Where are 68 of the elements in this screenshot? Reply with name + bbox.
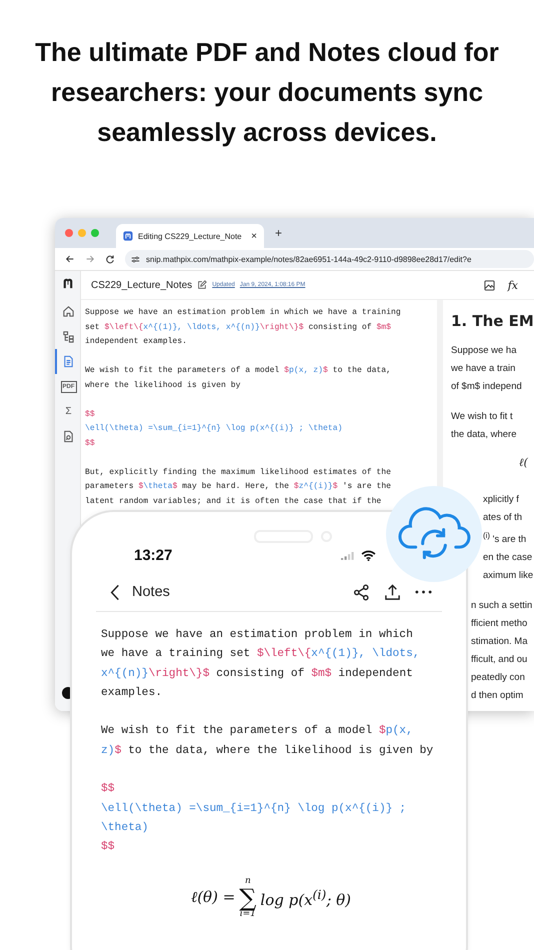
more-icon[interactable]	[415, 589, 432, 595]
home-icon	[62, 305, 75, 318]
status-time: 13:27	[134, 546, 172, 564]
browser-tab[interactable]: Editing CS229_Lecture_Note ×	[116, 224, 264, 248]
forward-icon[interactable]	[85, 254, 95, 264]
code-line: $$	[101, 840, 116, 856]
code-line: we have a training set $\left\{x^{(1)}, \ldots,	[101, 646, 421, 662]
close-tab-button[interactable]: ×	[251, 230, 257, 242]
preview-text-line: fficult, and ou	[471, 653, 528, 668]
document-icon	[62, 355, 75, 368]
code-line: But, explicitly finding the maximum likelihood estimates of the	[85, 466, 392, 478]
sidebar-item[interactable]: Σ	[55, 399, 80, 424]
preview-formula: ℓ(	[518, 456, 529, 469]
back-button[interactable]: Notes	[110, 584, 170, 600]
code-line: \ell(\theta) =\sum_{i=1}^{n} \log p(x^{(i)} ; \theta)	[85, 423, 344, 435]
preview-heading: 1. The EM	[451, 312, 534, 330]
note-title: CS229_Lecture_Notes	[91, 280, 192, 290]
preview-text-line: ates of th	[483, 511, 524, 525]
upload-icon[interactable]	[384, 584, 401, 600]
code-line: \theta)	[101, 820, 150, 836]
share-icon[interactable]	[353, 584, 370, 600]
preview-text-line: the data, where	[451, 428, 518, 442]
code-line: We wish to fit the parameters of a model $p(x,	[101, 724, 414, 740]
preview-text-line: of $m$ independ	[451, 380, 523, 394]
code-line: We wish to fit the parameters of a model $p(x, z)$ to the data,	[85, 365, 392, 377]
code-line: parameters $\theta$ may be hard. Here, the $z^{(i)}$ 's are the	[85, 481, 392, 493]
preview-text-line: we have a train	[451, 362, 516, 376]
code-line: $$	[85, 438, 96, 450]
preview-text-line: Suppose we ha	[451, 344, 518, 358]
back-icon[interactable]	[65, 254, 75, 264]
document-search-icon	[62, 430, 75, 443]
code-line: latent random variables; and it is often the case that if the	[85, 496, 382, 508]
code-line: x^{(n)}\right\}$ consisting of $m$ independent	[101, 666, 414, 682]
site-settings-icon[interactable]	[131, 254, 140, 264]
preview-text-line: We wish to fit t	[451, 410, 514, 424]
code-line: $$	[85, 408, 96, 420]
code-line: where the likelihood is given by	[85, 380, 242, 392]
preview-text-line: aximum like	[483, 569, 534, 584]
preview-text-line: en the case	[483, 551, 534, 566]
headline: The ultimate PDF and Notes cloud for researchers: your documents sync seamlessly across devices.	[34, 36, 500, 149]
chevron-left-icon	[110, 584, 120, 600]
code-line: \ell(\theta) =\sum_{i=1}^{n} \log p(x^{(i)} ;	[101, 802, 408, 817]
wifi-icon	[361, 550, 376, 560]
preview-text-line: peatedly con	[471, 671, 526, 686]
preview-text-line: $^{(i)}$ 's are th	[483, 530, 528, 548]
signal-icon	[341, 550, 355, 560]
address-bar[interactable]: snip.mathpix.com/mathpix-example/notes/82ae6951-144a-49c2-9110-d9898ee28d17/edit?e	[125, 250, 534, 268]
code-line: $$	[101, 782, 116, 798]
preview-text-line: xplicitly f	[483, 493, 520, 507]
edit-icon[interactable]	[197, 280, 208, 290]
reload-icon[interactable]	[105, 254, 115, 264]
code-line: examples.	[101, 686, 164, 701]
code-line: z)$ to the data, where the likelihood is given by	[101, 744, 434, 759]
code-line: Suppose we have an estimation problem in which	[101, 628, 414, 643]
formula-button[interactable]: fx	[508, 278, 518, 292]
app-logo-icon[interactable]	[62, 277, 74, 289]
code-line: Suppose we have an estimation problem in which we have a training	[85, 307, 402, 319]
preview-text-line: fficient metho	[471, 617, 528, 632]
code-line: independent examples.	[85, 336, 188, 348]
image-icon[interactable]	[484, 280, 495, 290]
sigma-icon: Σ	[65, 406, 72, 417]
app-logo-icon	[123, 231, 133, 241]
outline-icon	[62, 330, 75, 343]
code-line: set $\left\{x^{(1)}, \ldots, x^{(n)}\right\}$ consisting of $m$	[85, 322, 392, 334]
preview-text-line: n such a settin	[471, 599, 534, 614]
preview-text-line: d then optim	[471, 689, 524, 704]
preview-text-line: stimation. Ma	[471, 635, 528, 650]
new-tab-button[interactable]: +	[275, 226, 282, 240]
